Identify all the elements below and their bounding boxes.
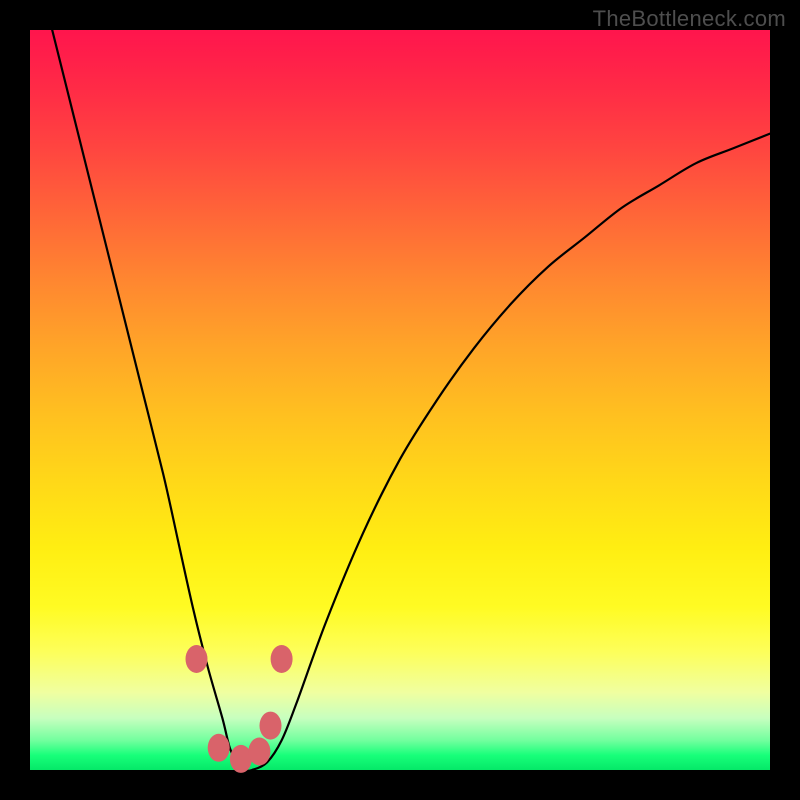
curve-marker (186, 645, 208, 673)
curve-marker (208, 734, 230, 762)
curve-svg (30, 30, 770, 770)
curve-marker (260, 712, 282, 740)
curve-markers (186, 645, 293, 773)
curve-marker (271, 645, 293, 673)
plot-area (30, 30, 770, 770)
chart-frame: TheBottleneck.com (0, 0, 800, 800)
curve-marker (248, 738, 270, 766)
watermark-text: TheBottleneck.com (593, 6, 786, 32)
bottleneck-curve (52, 30, 770, 771)
